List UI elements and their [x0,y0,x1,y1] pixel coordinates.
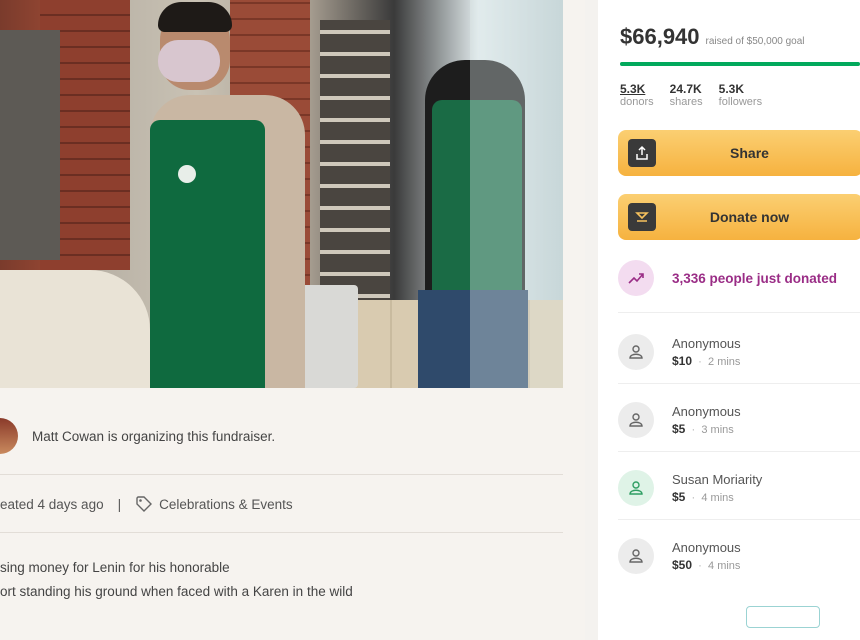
campaign-column: Matt Cowan is organizing this fundraiser… [0,0,585,640]
donor-line: $50 · 4 mins [672,558,741,572]
stat-number: 5.3K [718,82,745,96]
share-icon [628,139,656,167]
donor-info: Anonymous $10 · 2 mins [672,336,741,368]
description-line: ort standing his ground when faced with … [0,584,353,599]
donor-name: Anonymous [672,404,741,419]
donor-name: Susan Moriarity [672,472,763,487]
progress-fill [620,62,860,66]
stat-followers: 5.3K followers [719,82,762,108]
dot-separator: · [691,490,696,504]
divider [618,451,860,452]
campaign-description: sing money for Lenin for his honorable o… [0,556,563,604]
organizer-row: Matt Cowan is organizing this fundraiser… [0,410,563,462]
share-button[interactable]: Share [618,130,860,176]
donor-info: Anonymous $50 · 4 mins [672,540,741,572]
meta-separator: | [117,496,122,512]
stat-label: shares [669,96,703,108]
donor-avatar-icon [618,402,654,438]
donate-icon [628,203,656,231]
donation-item: Susan Moriarity $5 · 4 mins [618,460,860,516]
divider [618,519,860,520]
category-link[interactable]: Celebrations & Events [159,497,293,512]
raised-amount: $66,940 [620,24,700,49]
goal-text: raised of $50,000 goal [705,36,805,47]
organizer-text: Matt Cowan is organizing this fundraiser… [32,428,276,444]
donation-time: 3 mins [701,424,734,436]
donate-button[interactable]: Donate now [618,194,860,240]
see-all-button[interactable] [746,606,820,628]
divider [618,383,860,384]
stat-number: 24.7K [669,82,702,96]
progress-bar [620,62,860,66]
donor-info: Anonymous $5 · 3 mins [672,404,741,436]
trend-text: 3,336 people just donated [672,270,838,286]
donor-name: Anonymous [672,540,741,555]
stat-label: followers [718,96,763,108]
donation-amount: $10 [672,354,693,368]
trend-row: 3,336 people just donated [618,260,837,296]
donation-time: 4 mins [701,492,734,504]
donor-name: Anonymous [672,336,741,351]
campaign-photo [0,0,563,388]
donor-avatar-icon [618,538,654,574]
stat-label: donors [620,96,654,108]
fundraiser-page: Matt Cowan is organizing this fundraiser… [0,0,860,640]
donate-label: Donate now [709,209,790,225]
donation-time: 2 mins [708,356,741,368]
stats-row: 5.3K donors 24.7K shares 5.3K followers [620,82,762,108]
dot-separator: · [691,422,696,436]
dot-separator: · [698,558,703,572]
donation-item: Anonymous $50 · 4 mins [618,528,860,584]
share-label: Share [730,145,769,161]
donation-item: Anonymous $10 · 2 mins [618,324,860,380]
tag-icon [136,496,153,512]
organizer-avatar[interactable] [0,418,18,454]
created-date: eated 4 days ago [0,496,104,512]
description-line: sing money for Lenin for his honorable [0,560,230,575]
donor-line: $10 · 2 mins [672,354,741,368]
divider [618,312,860,313]
dot-separator: · [698,354,703,368]
donor-avatar-icon [618,470,654,506]
donor-info: Susan Moriarity $5 · 4 mins [672,472,762,504]
donation-amount: $5 [672,422,686,436]
raised-summary: $66,940 raised of $50,000 goal [620,24,805,50]
divider [0,532,563,533]
donation-sidebar: $66,940 raised of $50,000 goal 5.3K dono… [598,0,860,640]
donation-amount: $5 [672,490,686,504]
donor-line: $5 · 4 mins [672,490,762,504]
donor-line: $5 · 3 mins [672,422,741,436]
stat-number: 5.3K [620,82,646,96]
stat-donors[interactable]: 5.3K donors [620,82,654,108]
donation-amount: $50 [672,558,693,572]
trending-up-icon [618,260,654,296]
donation-item: Anonymous $5 · 3 mins [618,392,860,448]
stat-shares: 24.7K shares [670,82,703,108]
donation-time: 4 mins [708,560,741,572]
donor-avatar-icon [618,334,654,370]
divider [0,474,563,475]
campaign-meta: eated 4 days ago | Celebrations & Events [0,492,293,516]
